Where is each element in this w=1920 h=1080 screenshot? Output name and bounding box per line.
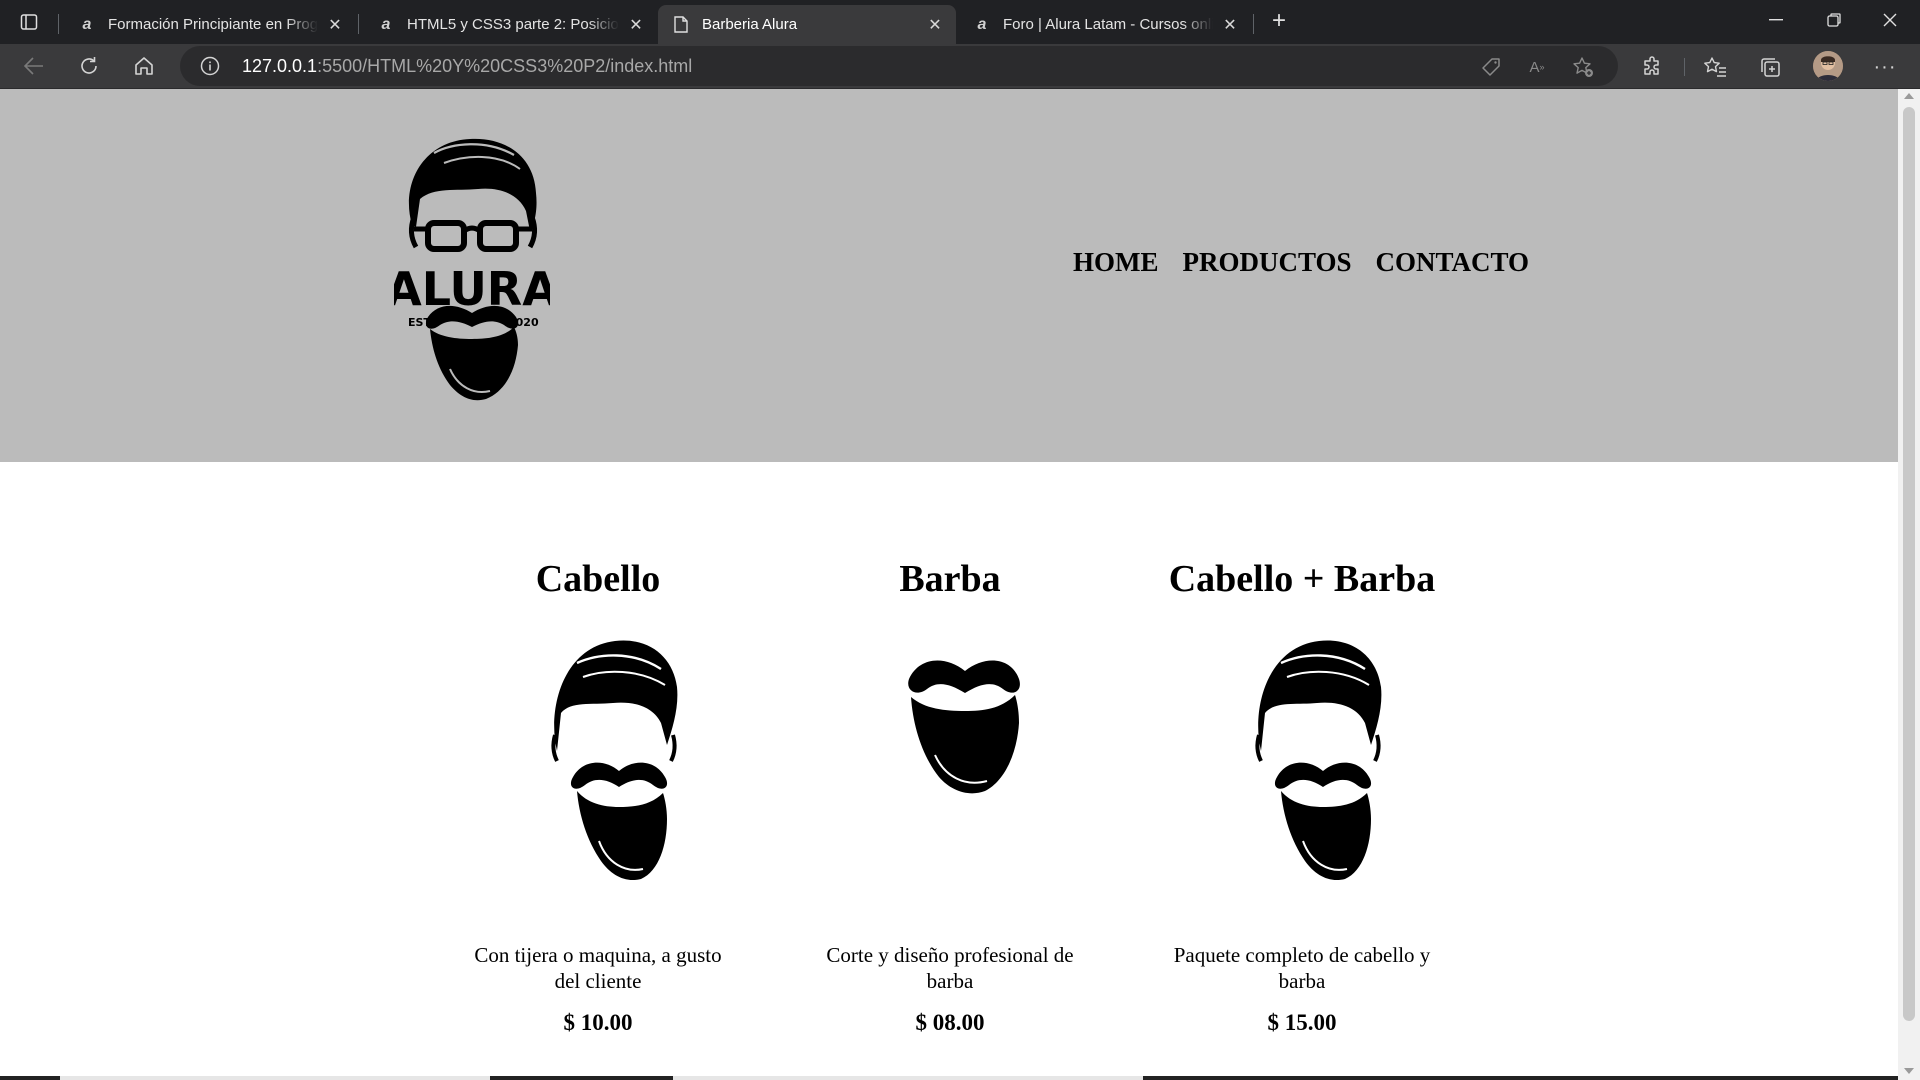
close-window-icon[interactable] bbox=[1862, 0, 1918, 40]
close-icon[interactable]: ✕ bbox=[625, 14, 647, 36]
alura-barber-logo[interactable]: ALURA ESTD 2020 bbox=[394, 133, 550, 405]
nav-home-link[interactable]: HOME bbox=[1073, 247, 1159, 278]
bottom-edge-segment bbox=[673, 1076, 1143, 1080]
close-icon[interactable]: ✕ bbox=[324, 14, 346, 36]
page-icon bbox=[672, 16, 690, 34]
back-arrow-icon[interactable] bbox=[18, 50, 50, 82]
url-text[interactable]: 127.0.0.1:5500/HTML%20Y%20CSS3%20P2/inde… bbox=[242, 56, 692, 77]
tab-bar: a Formación Principiante en Progra ✕ a H… bbox=[0, 0, 1920, 44]
tab-actions-icon[interactable] bbox=[14, 8, 44, 36]
product-price: $ 15.00 bbox=[1267, 1010, 1337, 1035]
tab-formacion[interactable]: a Formación Principiante en Progra ✕ bbox=[64, 5, 356, 44]
alura-a-icon: a bbox=[977, 15, 987, 33]
hair-beard-icon bbox=[551, 640, 678, 881]
tab-foro-alura[interactable]: a Foro | Alura Latam - Cursos onlin ✕ bbox=[959, 5, 1251, 44]
tab-html5-css3[interactable]: a HTML5 y CSS3 parte 2: Posiciona ✕ bbox=[363, 5, 657, 44]
close-icon[interactable]: ✕ bbox=[924, 14, 946, 36]
bottom-edge-segment bbox=[60, 1076, 490, 1080]
url-path: :5500/HTML%20Y%20CSS3%20P2/index.html bbox=[317, 56, 693, 76]
minimize-icon[interactable] bbox=[1748, 0, 1804, 40]
product-title: Cabello + Barba bbox=[1168, 558, 1436, 600]
refresh-icon[interactable] bbox=[73, 50, 105, 82]
logo-year: 2020 bbox=[508, 316, 539, 329]
nav-contacto-link[interactable]: CONTACTO bbox=[1376, 247, 1530, 278]
tag-icon[interactable] bbox=[1478, 54, 1504, 80]
logo-text: ALURA bbox=[394, 262, 550, 316]
profile-avatar[interactable] bbox=[1813, 51, 1843, 81]
extensions-icon[interactable] bbox=[1638, 52, 1668, 82]
product-price: $ 08.00 bbox=[915, 1010, 985, 1035]
product-description: Corte y diseño profesional de barba bbox=[826, 943, 1074, 993]
scroll-down-arrow-icon[interactable] bbox=[1904, 1068, 1914, 1074]
hair-beard-icon bbox=[1255, 640, 1382, 881]
scrollbar-thumb[interactable] bbox=[1903, 107, 1915, 1021]
tab-title: Formación Principiante en Progra bbox=[108, 16, 318, 33]
favorites-icon[interactable] bbox=[1700, 52, 1730, 82]
home-icon[interactable] bbox=[128, 50, 160, 82]
product-price: $ 10.00 bbox=[563, 1010, 633, 1035]
alura-a-icon: a bbox=[82, 15, 92, 33]
product-description: Paquete completo de cabello y barba bbox=[1173, 943, 1431, 993]
tab-separator bbox=[58, 14, 59, 34]
close-icon[interactable]: ✕ bbox=[1219, 14, 1241, 36]
collections-icon[interactable] bbox=[1755, 52, 1785, 82]
nav-productos-link[interactable]: PRODUCTOS bbox=[1183, 247, 1352, 278]
site-nav: HOME PRODUCTOS CONTACTO bbox=[1073, 247, 1529, 278]
product-title: Barba bbox=[899, 558, 1001, 600]
vertical-scrollbar[interactable] bbox=[1898, 89, 1920, 1080]
tab-barberia-alura[interactable]: Barberia Alura ✕ bbox=[658, 5, 956, 44]
alura-a-icon: a bbox=[381, 15, 391, 33]
tab-separator bbox=[358, 14, 359, 34]
page-viewport: ALURA ESTD 2020 HOME PRODUCTOS CONTACTO … bbox=[0, 89, 1898, 1080]
add-favorite-icon[interactable] bbox=[1570, 54, 1596, 80]
site-info-icon[interactable] bbox=[200, 56, 220, 76]
browser-toolbar: 127.0.0.1:5500/HTML%20Y%20CSS3%20P2/inde… bbox=[0, 44, 1920, 89]
address-bar[interactable]: 127.0.0.1:5500/HTML%20Y%20CSS3%20P2/inde… bbox=[180, 46, 1618, 86]
site-header: ALURA ESTD 2020 HOME PRODUCTOS CONTACTO bbox=[0, 89, 1898, 462]
scroll-up-arrow-icon[interactable] bbox=[1904, 93, 1914, 99]
bottom-edge bbox=[0, 1076, 1898, 1080]
more-options-icon[interactable]: ··· bbox=[1870, 52, 1900, 82]
logo-estd: ESTD bbox=[408, 316, 440, 329]
beard-icon bbox=[908, 660, 1020, 794]
toolbar-divider bbox=[1684, 58, 1685, 76]
restore-icon[interactable] bbox=[1806, 0, 1862, 40]
read-aloud-icon[interactable]: A» bbox=[1524, 54, 1550, 80]
tab-title: HTML5 y CSS3 parte 2: Posiciona bbox=[407, 16, 619, 33]
tab-title: Barberia Alura bbox=[702, 16, 798, 33]
url-host: 127.0.0.1 bbox=[242, 56, 318, 76]
tab-title: Foro | Alura Latam - Cursos onlin bbox=[1003, 16, 1213, 33]
new-tab-icon[interactable]: + bbox=[1264, 6, 1294, 36]
tab-separator bbox=[1253, 14, 1254, 34]
product-description: Con tijera o maquina, a gusto del client… bbox=[474, 943, 722, 993]
product-title: Cabello bbox=[535, 558, 661, 600]
